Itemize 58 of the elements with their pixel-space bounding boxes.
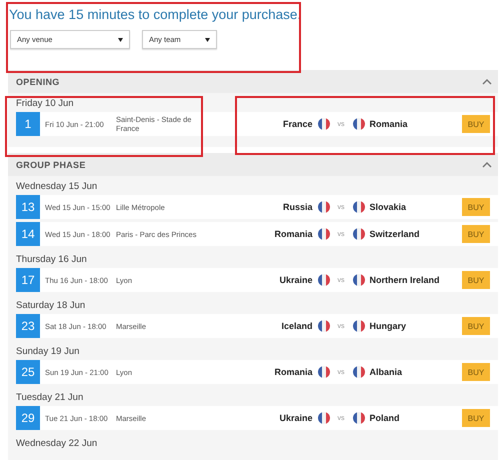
buy-button[interactable]: BUY	[462, 115, 490, 133]
day-label: Wednesday 15 Jun	[15, 180, 98, 194]
home-team: Romania	[273, 367, 312, 377]
away-team: Northern Ireland	[370, 275, 441, 285]
flag-icon	[352, 274, 364, 286]
flag-icon	[318, 320, 330, 332]
buy-button[interactable]: BUY	[462, 409, 490, 427]
home-team: Ukraine	[278, 275, 312, 285]
day-label: Thursday 16 Jun	[15, 253, 87, 267]
match-number: 25	[16, 360, 40, 384]
chevron-icon[interactable]	[482, 162, 492, 168]
day-label: Friday 10 Jun	[15, 97, 74, 111]
match-number: 1	[16, 112, 40, 136]
caret-icon	[205, 38, 210, 42]
match-number: 13	[16, 195, 40, 219]
flag-icon	[318, 412, 330, 424]
countdown-message: You have 15 minutes to complete your purchase.	[8, 6, 302, 23]
match-number: 14	[16, 222, 40, 246]
flag-icon	[352, 366, 364, 378]
section-header[interactable]: GROUP PHASE	[8, 153, 498, 176]
day-label: Saturday 18 Jun	[15, 299, 86, 313]
day-label: Tuesday 21 Jun	[15, 391, 84, 405]
away-team: Switzerland	[370, 229, 421, 239]
flag-icon	[352, 228, 364, 240]
flag-icon	[318, 366, 330, 378]
flag-icon	[318, 118, 330, 130]
away-team: Romania	[370, 119, 409, 129]
chevron-icon[interactable]	[482, 78, 492, 84]
flag-icon	[318, 274, 330, 286]
section-title: GROUP PHASE	[16, 160, 86, 170]
match-number: 17	[16, 268, 40, 292]
flag-icon	[352, 320, 364, 332]
flag-icon	[352, 201, 364, 213]
buy-button[interactable]: BUY	[462, 363, 490, 381]
away-team: Hungary	[370, 321, 408, 331]
flag-icon	[318, 201, 330, 213]
away-team: Slovakia	[370, 202, 408, 212]
buy-button[interactable]: BUY	[462, 271, 490, 289]
section-title: OPENING	[16, 76, 60, 86]
caret-icon	[118, 38, 123, 42]
match-number: 23	[16, 314, 40, 338]
away-team: Poland	[370, 413, 401, 423]
buy-button[interactable]: BUY	[462, 198, 490, 216]
flag-icon	[352, 412, 364, 424]
home-team: Russia	[282, 202, 312, 212]
home-team: Romania	[273, 229, 312, 239]
buy-button[interactable]: BUY	[462, 225, 490, 243]
match-number: 29	[16, 406, 40, 430]
day-label: Wednesday 22 Jun	[15, 437, 98, 451]
home-team: Iceland	[280, 321, 312, 331]
buy-button[interactable]: BUY	[462, 317, 490, 335]
home-team: Ukraine	[278, 413, 312, 423]
section-header[interactable]: OPENING	[8, 70, 498, 93]
away-team: Albania	[370, 367, 404, 377]
flag-icon	[352, 118, 364, 130]
day-label: Sunday 19 Jun	[15, 345, 80, 359]
home-team: France	[282, 119, 312, 129]
flag-icon	[318, 228, 330, 240]
